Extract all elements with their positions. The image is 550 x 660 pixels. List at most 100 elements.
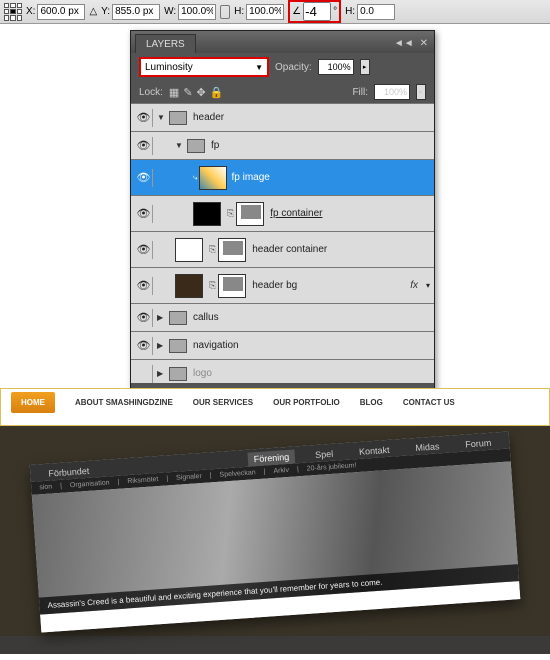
layer-name: navigation <box>193 340 239 351</box>
layer-group-callus[interactable]: 👁 ▶ callus <box>131 303 434 331</box>
w-input[interactable] <box>178 4 216 20</box>
lock-label: Lock: <box>139 87 163 98</box>
layer-group-header[interactable]: 👁 ▼ header <box>131 103 434 131</box>
mask-thumbnail <box>236 202 264 226</box>
fill-flyout[interactable]: ▸ <box>416 84 426 100</box>
angle-icon: ∠ <box>292 6 301 17</box>
embedded-nav-item: Spel <box>309 446 340 462</box>
visibility-icon[interactable]: 👁 <box>135 169 153 187</box>
visibility-icon[interactable]: 👁 <box>135 277 153 295</box>
blend-mode-select[interactable]: Luminosity ▼ <box>139 57 269 77</box>
site-nav: HOME ABOUT SMASHINGDZINE OUR SERVICES OU… <box>1 389 549 415</box>
transform-options-bar: X: △ Y: W: H: ∠ ° H: <box>0 0 550 24</box>
layer-name: callus <box>193 312 219 323</box>
link-icon: ⎘ <box>227 208 234 219</box>
layer-thumbnail <box>199 166 227 190</box>
layer-name: header <box>193 112 224 123</box>
visibility-icon[interactable] <box>135 365 153 383</box>
visibility-icon[interactable]: 👁 <box>135 241 153 259</box>
collapse-icon[interactable]: ◄◄ <box>394 38 414 49</box>
opacity-label: Opacity: <box>275 62 312 73</box>
site-footer-bar <box>0 636 550 654</box>
rotate-field-highlight: ∠ ° <box>288 0 341 23</box>
visibility-icon[interactable]: 👁 <box>135 309 153 327</box>
layer-header-container[interactable]: 👁 ⎘ header container <box>131 231 434 267</box>
degree-symbol: ° <box>333 6 337 17</box>
visibility-icon[interactable]: 👁 <box>135 337 153 355</box>
expand-icon[interactable]: ▼ <box>157 113 169 122</box>
w-label: W: <box>164 6 176 17</box>
layer-name: fp image <box>231 172 269 183</box>
layer-name: header container <box>252 244 327 255</box>
nav-contact[interactable]: CONTACT US <box>403 398 455 407</box>
lock-transparent-icon[interactable]: ▦ <box>169 86 179 99</box>
nav-about[interactable]: ABOUT SMASHINGDZINE <box>75 398 173 407</box>
fx-badge[interactable]: fx <box>410 280 426 291</box>
embedded-nav-item: Forum <box>459 435 498 452</box>
link-icon: ⎘ <box>209 280 216 291</box>
layer-group-navigation[interactable]: 👁 ▶ navigation <box>131 331 434 359</box>
layer-name: header bg <box>252 280 297 291</box>
close-icon[interactable]: ✕ <box>420 38 428 49</box>
fill-value[interactable]: 100% <box>374 84 410 100</box>
lock-pixels-icon[interactable]: ✎ <box>183 86 192 99</box>
layer-thumbnail <box>193 202 221 226</box>
visibility-icon[interactable]: 👁 <box>135 109 153 127</box>
opacity-value[interactable]: 100% <box>318 59 354 75</box>
lock-position-icon[interactable]: ✥ <box>197 86 206 99</box>
folder-icon <box>169 367 187 381</box>
expand-icon[interactable]: ▼ <box>175 141 187 150</box>
folder-icon <box>169 339 187 353</box>
lock-all-icon[interactable]: 🔒 <box>210 86 224 99</box>
x-input[interactable] <box>37 4 85 20</box>
expand-icon[interactable]: ▶ <box>157 369 169 378</box>
layers-tab[interactable]: LAYERS <box>135 34 196 53</box>
visibility-icon[interactable]: 👁 <box>135 205 153 223</box>
mask-thumbnail <box>218 274 246 298</box>
layers-list: 👁 ▼ header 👁 ▼ fp 👁 ⤷ fp image 👁 ⎘ fp co… <box>131 103 434 383</box>
delta-icon: △ <box>89 6 97 17</box>
reference-point-grid[interactable] <box>4 3 22 21</box>
opacity-flyout[interactable]: ▸ <box>360 59 370 75</box>
skew-h-label: H: <box>345 6 355 17</box>
expand-icon[interactable]: ▶ <box>157 313 169 322</box>
chevron-down-icon: ▼ <box>255 63 263 72</box>
expand-icon[interactable]: ▶ <box>157 341 169 350</box>
h-label: H: <box>234 6 244 17</box>
hero-section: Förbundet Förening Spel Kontakt Midas Fo… <box>0 426 550 636</box>
nav-services[interactable]: OUR SERVICES <box>193 398 253 407</box>
x-label: X: <box>26 6 35 17</box>
fill-label: Fill: <box>352 87 368 98</box>
layer-header-bg[interactable]: 👁 ⎘ header bg fx ▾ <box>131 267 434 303</box>
layer-fp-container[interactable]: 👁 ⎘ fp container <box>131 195 434 231</box>
mask-thumbnail <box>218 238 246 262</box>
canvas-preview: HOME ABOUT SMASHINGDZINE OUR SERVICES OU… <box>0 388 550 660</box>
layer-name: fp container <box>270 208 322 219</box>
layer-group-fp[interactable]: 👁 ▼ fp <box>131 131 434 159</box>
layer-name: logo <box>193 368 212 379</box>
rotate-input[interactable] <box>303 2 331 21</box>
nav-home[interactable]: HOME <box>11 392 55 413</box>
fp-image-rotated: Förbundet Förening Spel Kontakt Midas Fo… <box>30 431 521 632</box>
y-label: Y: <box>101 6 110 17</box>
layer-group-logo[interactable]: ▶ logo <box>131 359 434 383</box>
fx-expand-icon[interactable]: ▾ <box>426 281 430 290</box>
nav-blog[interactable]: BLOG <box>360 398 383 407</box>
folder-icon <box>169 311 187 325</box>
embedded-nav-item: Kontakt <box>353 442 396 459</box>
layer-fp-image[interactable]: 👁 ⤷ fp image <box>131 159 434 195</box>
h-input[interactable] <box>246 4 284 20</box>
nav-portfolio[interactable]: OUR PORTFOLIO <box>273 398 340 407</box>
panel-header: LAYERS ◄◄ ✕ <box>131 31 434 53</box>
layer-thumbnail <box>175 274 203 298</box>
visibility-icon[interactable]: 👁 <box>135 137 153 155</box>
link-icon[interactable] <box>220 5 230 19</box>
layer-name: fp <box>211 140 219 151</box>
layers-panel: LAYERS ◄◄ ✕ Luminosity ▼ Opacity: 100% ▸… <box>130 30 435 400</box>
blend-mode-value: Luminosity <box>145 62 193 73</box>
skew-h-input[interactable] <box>357 4 395 20</box>
folder-icon <box>169 111 187 125</box>
link-icon: ⎘ <box>209 244 216 255</box>
y-input[interactable] <box>112 4 160 20</box>
smart-object-icon: ⤷ <box>193 173 197 183</box>
